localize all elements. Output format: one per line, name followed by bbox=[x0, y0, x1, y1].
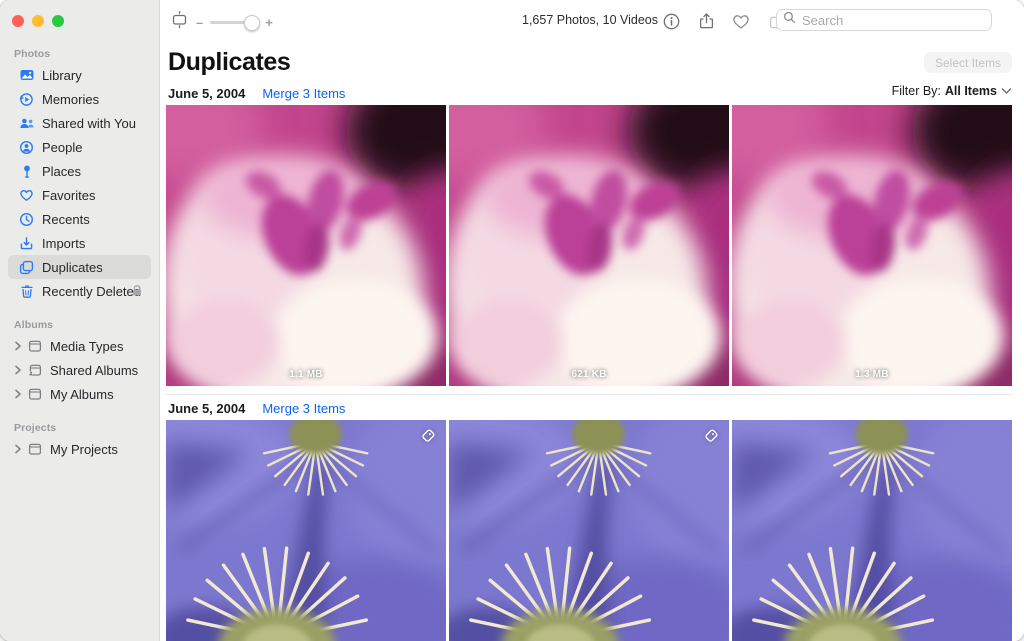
sidebar-item-my-albums[interactable]: My Albums bbox=[8, 382, 151, 406]
sidebar-item-imports[interactable]: Imports bbox=[8, 231, 151, 255]
photo-thumbnail[interactable]: 621 KB bbox=[449, 105, 729, 386]
sidebar-item-favorites[interactable]: Favorites bbox=[8, 183, 151, 207]
album-icon bbox=[26, 338, 43, 355]
duplicates-icon bbox=[18, 259, 35, 276]
thumbnail-size-icon[interactable] bbox=[170, 10, 189, 34]
search-input[interactable] bbox=[800, 12, 985, 29]
sidebar-item-label: Recents bbox=[42, 212, 90, 227]
select-items-button[interactable]: Select Items bbox=[924, 52, 1012, 73]
group-date: June 5, 2004 bbox=[168, 401, 245, 416]
sidebar-item-label: People bbox=[42, 140, 82, 155]
sidebar-item-label: Favorites bbox=[42, 188, 95, 203]
sidebar-item-places[interactable]: Places bbox=[8, 159, 151, 183]
photos-app-window: Photos Library Memories Shared with You … bbox=[0, 0, 1024, 641]
sidebar-section-projects: Projects bbox=[0, 422, 159, 437]
file-size-badge: 621 KB bbox=[449, 369, 729, 380]
people-icon bbox=[18, 139, 35, 156]
file-size-badge: 1.1 MB bbox=[166, 369, 446, 380]
close-window-button[interactable] bbox=[12, 15, 24, 27]
sidebar-item-duplicates[interactable]: Duplicates bbox=[8, 255, 151, 279]
sidebar-item-recently-deleted[interactable]: Recently Deleted bbox=[8, 279, 151, 303]
sidebar-item-label: Recently Deleted bbox=[42, 284, 141, 299]
group-date: June 5, 2004 bbox=[168, 86, 245, 101]
sidebar-item-label: My Projects bbox=[50, 442, 118, 457]
project-icon bbox=[26, 441, 43, 458]
lock-icon bbox=[131, 284, 143, 302]
imports-icon bbox=[18, 235, 35, 252]
chevron-right-icon[interactable] bbox=[14, 341, 25, 352]
filter-label: Filter By: bbox=[892, 84, 941, 98]
search-icon bbox=[783, 11, 796, 29]
toolbar: – + 1,657 Photos, 10 Videos bbox=[160, 0, 1024, 42]
photo-thumbnail[interactable] bbox=[166, 420, 446, 641]
sidebar-item-media-types[interactable]: Media Types bbox=[8, 334, 151, 358]
trash-icon bbox=[18, 283, 35, 300]
merge-items-link[interactable]: Merge 3 Items bbox=[262, 401, 345, 416]
shared-with-you-icon bbox=[18, 115, 35, 132]
sidebar-item-label: Library bbox=[42, 68, 82, 83]
minimize-window-button[interactable] bbox=[32, 15, 44, 27]
toolbar-buttons bbox=[658, 8, 789, 34]
duplicate-group-header: June 5, 2004 Merge 3 Items bbox=[168, 398, 1012, 418]
photo-thumbnail[interactable]: 1.3 MB bbox=[732, 105, 1012, 386]
group-divider bbox=[166, 394, 1012, 395]
sidebar-item-shared-with-you[interactable]: Shared with You bbox=[8, 111, 151, 135]
page-title: Duplicates bbox=[168, 48, 1012, 77]
sidebar-item-library[interactable]: Library bbox=[8, 63, 151, 87]
places-icon bbox=[18, 163, 35, 180]
sidebar-item-label: Places bbox=[42, 164, 81, 179]
sidebar-item-my-projects[interactable]: My Projects bbox=[8, 437, 151, 461]
zoom-window-button[interactable] bbox=[52, 15, 64, 27]
share-button[interactable] bbox=[693, 8, 719, 34]
sidebar-item-label: Shared with You bbox=[42, 116, 136, 131]
duplicate-photo-row bbox=[166, 420, 1012, 641]
sidebar-section-photos: Photos bbox=[0, 48, 159, 63]
chevron-down-icon bbox=[1001, 87, 1012, 95]
sidebar-item-label: My Albums bbox=[50, 387, 114, 402]
thumbnail-zoom-control: – + bbox=[170, 10, 273, 34]
sidebar-item-label: Memories bbox=[42, 92, 99, 107]
chevron-right-icon[interactable] bbox=[14, 365, 25, 376]
shared-album-icon bbox=[26, 362, 43, 379]
memories-icon bbox=[18, 91, 35, 108]
zoom-in-icon[interactable]: + bbox=[265, 16, 273, 29]
library-counts: 1,657 Photos, 10 Videos bbox=[522, 13, 658, 27]
duplicate-photo-row: 1.1 MB 621 KB 1.3 MB bbox=[166, 105, 1012, 386]
file-size-badge: 1.3 MB bbox=[732, 369, 1012, 380]
main-area: – + 1,657 Photos, 10 Videos bbox=[160, 0, 1024, 641]
favorite-button[interactable] bbox=[728, 8, 754, 34]
filter-by-dropdown[interactable]: Filter By: All Items bbox=[892, 84, 1012, 98]
tag-icon bbox=[419, 427, 437, 445]
duplicates-view: Duplicates Select Items June 5, 2004 Mer… bbox=[160, 42, 1024, 641]
album-icon bbox=[26, 386, 43, 403]
filter-value: All Items bbox=[945, 84, 997, 98]
sidebar-item-label: Media Types bbox=[50, 339, 123, 354]
search-field[interactable] bbox=[776, 9, 992, 31]
zoom-slider-thumb[interactable] bbox=[244, 15, 260, 31]
info-button[interactable] bbox=[658, 8, 684, 34]
sidebar-item-memories[interactable]: Memories bbox=[8, 87, 151, 111]
photo-thumbnail[interactable] bbox=[449, 420, 729, 641]
zoom-out-icon[interactable]: – bbox=[196, 16, 203, 29]
sidebar-item-recents[interactable]: Recents bbox=[8, 207, 151, 231]
sidebar-item-label: Duplicates bbox=[42, 260, 103, 275]
window-controls bbox=[12, 15, 64, 27]
sidebar-item-shared-albums[interactable]: Shared Albums bbox=[8, 358, 151, 382]
sidebar-item-label: Shared Albums bbox=[50, 363, 138, 378]
merge-items-link[interactable]: Merge 3 Items bbox=[262, 86, 345, 101]
sidebar-section-albums: Albums bbox=[0, 319, 159, 334]
sidebar: Photos Library Memories Shared with You … bbox=[0, 0, 160, 641]
chevron-right-icon[interactable] bbox=[14, 389, 25, 400]
photo-thumbnail[interactable] bbox=[732, 420, 1012, 641]
zoom-slider[interactable] bbox=[210, 21, 258, 24]
sidebar-item-people[interactable]: People bbox=[8, 135, 151, 159]
tag-icon bbox=[702, 427, 720, 445]
library-icon bbox=[18, 67, 35, 84]
recents-clock-icon bbox=[18, 211, 35, 228]
duplicate-group-header: June 5, 2004 Merge 3 Items Filter By: Al… bbox=[168, 83, 1012, 103]
chevron-right-icon[interactable] bbox=[14, 444, 25, 455]
favorites-heart-icon bbox=[18, 187, 35, 204]
sidebar-item-label: Imports bbox=[42, 236, 85, 251]
photo-thumbnail[interactable]: 1.1 MB bbox=[166, 105, 446, 386]
